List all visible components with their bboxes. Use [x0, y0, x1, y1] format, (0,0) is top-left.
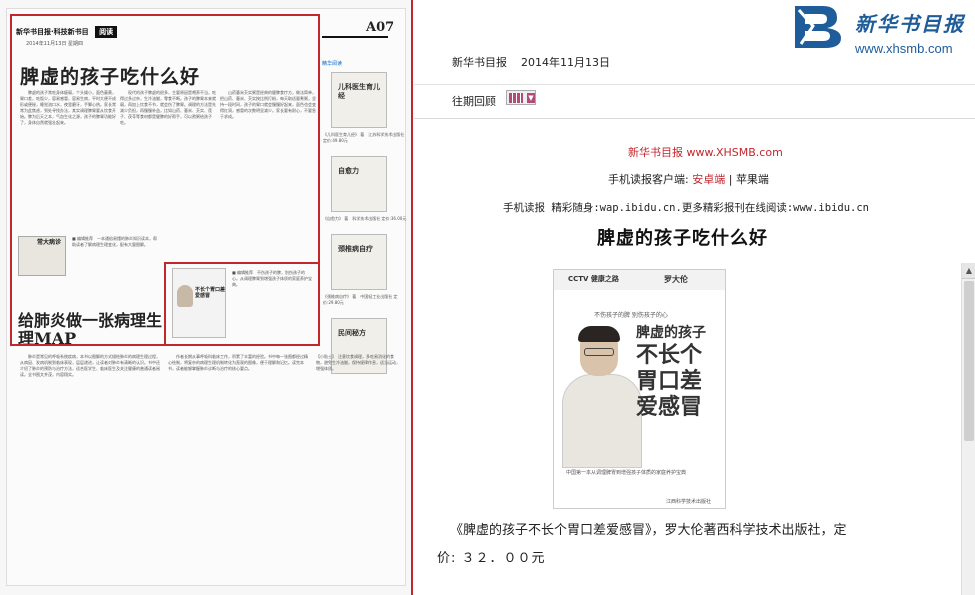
side-book-cover[interactable]: 自愈力	[331, 156, 387, 212]
mobile-client-label: 手机读报客户端:	[608, 173, 689, 186]
cover-publisher: 江西科学技术出版社	[666, 499, 712, 505]
cover-author: 罗大伦	[664, 275, 688, 284]
portrait-hair	[578, 326, 620, 342]
side-book-cover[interactable]: 儿科医生育儿经	[331, 72, 387, 128]
cover-cctv-label: CCTV 健康之路	[568, 275, 619, 283]
publication-name: 新华书目报	[452, 56, 507, 69]
cover-title: 脾虚的孩子 不长个 胃口差 爱感冒	[636, 324, 724, 420]
mobile-client-line: 手机读报客户端: 安卓端 | 苹果端	[608, 171, 769, 187]
book-caption: 《脾虚的孩子不长个胃口差爱感冒》，罗大伦著西科学技术出版社，定	[450, 523, 847, 538]
masthead-rule	[322, 36, 388, 38]
cover-bottom-text: 中国第一本从调理脾胃到增强孩子体质的家庭养护宝典	[566, 470, 687, 476]
source-prefix: 新华书目报	[628, 146, 687, 159]
cover-title-line-2: 不长个	[636, 342, 703, 368]
header-divider	[414, 84, 975, 85]
portrait-body	[562, 374, 642, 468]
scroll-up-arrow-icon[interactable]: ▲	[962, 263, 975, 279]
dropdown-arrow-icon: ▼	[527, 93, 535, 103]
cover-author-portrait	[562, 326, 642, 468]
publication-date: 2014年11月13日	[521, 56, 610, 69]
back-issues-calendar-button[interactable]: ▼	[506, 90, 536, 105]
side-book-list: 儿科医生育儿经 《儿科医生育儿经》 著 江苏科学技术出版社 定价:49.80元 …	[323, 72, 407, 374]
article-column-5: 作者长期从事呼吸科临床工作，积累了丰富的经验。书中每一张图都经过精心绘制，将复杂…	[168, 354, 308, 371]
client-separator: |	[728, 173, 733, 186]
newspaper-page-image[interactable]: 新华书目报·科技新书目 阅读 2014年11月13日 星期四 A07 脾虚的孩子…	[0, 0, 413, 595]
side-book-caption: 《自愈力》 著 科学技术出版社 定价:36.00元	[323, 216, 407, 221]
side-book-title: 颈椎病自疗	[338, 245, 373, 253]
nav-divider	[414, 118, 975, 119]
side-tag: 精华阅读	[322, 61, 343, 67]
android-client-link[interactable]: 安卓端	[692, 173, 725, 186]
side-book-title: 自愈力	[338, 167, 359, 175]
newspaper-page-number: A07	[366, 20, 395, 35]
book-price: 价: ３２．００元	[437, 551, 546, 566]
side-book-title: 民间秘方	[338, 329, 366, 337]
book-cover-image[interactable]: CCTV 健康之路 罗大伦 不伤孩子的脾 别伤孩子的心 脾虚的孩子 不长个 胃口…	[553, 269, 726, 509]
site-logo-url[interactable]: www.xhsmb.com	[855, 41, 953, 56]
apple-client-link[interactable]: 苹果端	[736, 173, 769, 186]
vertical-scrollbar[interactable]: ▲	[961, 263, 975, 595]
publication-info: 新华书目报 2014年11月13日	[452, 54, 624, 70]
site-logo-text[interactable]: 新华书目报	[855, 8, 965, 37]
portrait-glasses	[584, 348, 614, 356]
side-book-caption: 《颈椎病自疗》 著 中国轻工业出版社 定价:29.80元	[323, 294, 398, 305]
source-url: www.XHSMB.com	[686, 146, 783, 159]
cover-title-line-4: 爱感冒	[636, 394, 703, 420]
page: 新华书目报·科技新书目 阅读 2014年11月13日 星期四 A07 脾虚的孩子…	[0, 0, 975, 595]
calendar-icon	[509, 93, 523, 103]
book-highlight-box[interactable]	[164, 262, 320, 346]
article-column-6: 【小贴士】 注意饮食调理，多吃易消化的食物，避免生冷油腻，保持规律作息，适当运动…	[316, 354, 400, 371]
back-issues-label: 往期回顾	[452, 95, 496, 108]
mobile-reader-line[interactable]: 手机读报 精彩随身:wap.ibidu.cn.更多精彩报刊在线阅读:www.ib…	[503, 200, 869, 215]
cover-tagline: 不伤孩子的脾 别伤孩子的心	[594, 312, 668, 319]
scrollbar-thumb[interactable]	[964, 281, 974, 441]
cover-title-line-3: 胃口差	[636, 368, 703, 394]
xhsmb-logo-icon[interactable]	[793, 4, 843, 48]
article-column-4: 肺炎是常见的呼吸系统疾病，本书以图解的方式描绘肺炎的病理生理过程，从病因、发病机…	[20, 354, 160, 377]
source-link[interactable]: 新华书目报 www.XHSMB.com	[628, 144, 783, 160]
cover-title-line-1: 脾虚的孩子	[636, 325, 706, 341]
side-book-caption: 《儿科医生育儿经》 著 江苏科学技术出版社 定价:49.80元	[323, 132, 405, 143]
side-book-cover[interactable]: 颈椎病自疗	[331, 234, 387, 290]
side-book-title: 儿科医生育儿经	[338, 83, 380, 100]
article-title: 脾虚的孩子吃什么好	[597, 228, 768, 249]
